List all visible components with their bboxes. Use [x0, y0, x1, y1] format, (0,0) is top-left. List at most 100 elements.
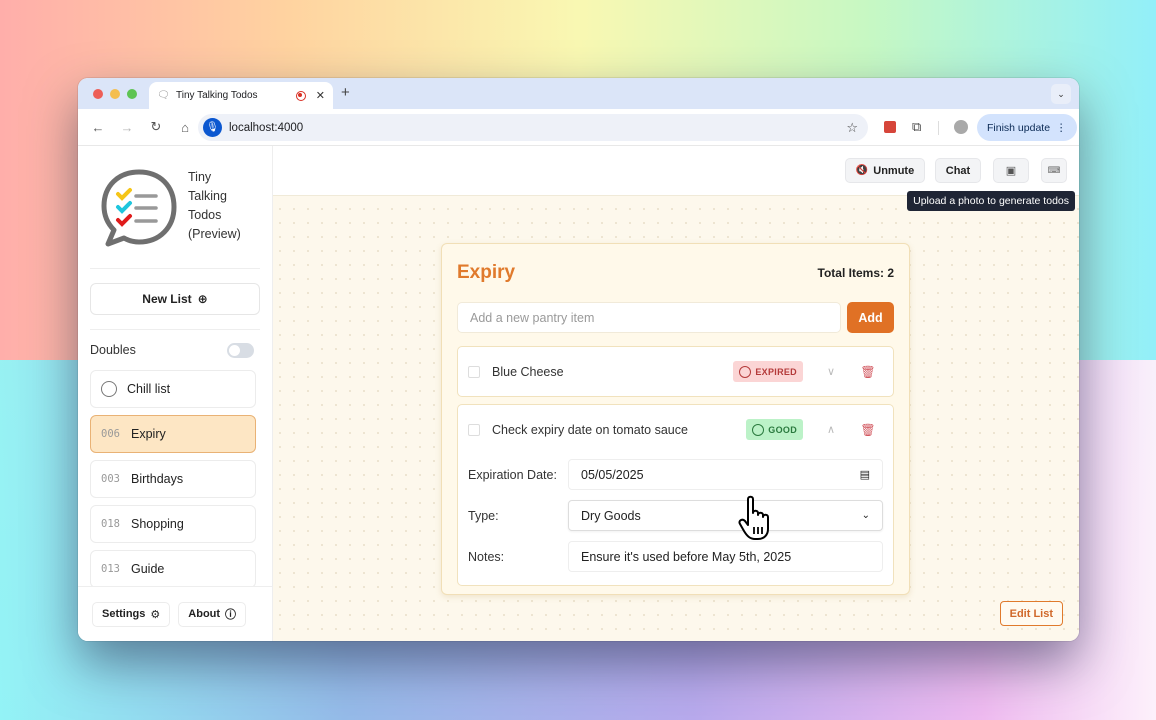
top-bar: 🔇 Unmute Chat ▣ ⌨ Upload a photo to gene… — [273, 146, 1079, 211]
app-container: Tiny Talking Todos (Preview) New List ⊕ … — [78, 146, 1079, 641]
mic-icon[interactable]: 🎙 — [203, 118, 222, 137]
todo-row: Check expiry date on tomato sauce GOOD ∧… — [468, 405, 883, 454]
todo-item: Blue Cheese EXPIRED ∨ 🗑 — [457, 346, 894, 397]
expiration-field: Expiration Date: 05/05/2025 ▤ — [468, 454, 883, 495]
browser-toolbar: ← → ↻ ⌂ 🎙 localhost:4000 ☆ ⧉ Finish upda… — [78, 109, 1079, 146]
card-header: Expiry Total Items: 2 — [457, 244, 894, 302]
new-tab-button[interactable]: + — [341, 84, 350, 101]
logo-icon — [101, 169, 177, 247]
notes-label: Notes: — [468, 549, 505, 564]
list-label: Guide — [131, 562, 165, 576]
status-badge: EXPIRED — [733, 361, 803, 382]
close-tab-icon[interactable]: ✕ — [316, 89, 325, 102]
type-value: Dry Goods — [581, 508, 641, 523]
mic-off-icon: 🔇 — [855, 165, 869, 176]
bookmark-star-icon[interactable]: ☆ — [846, 120, 858, 136]
list-label: Birthdays — [131, 472, 184, 486]
edit-list-button[interactable]: Edit List — [999, 601, 1063, 626]
toolbar-divider — [938, 121, 939, 135]
close-window-button[interactable] — [93, 89, 103, 99]
add-button[interactable]: Add — [847, 302, 894, 333]
chevron-down-icon[interactable]: ∨ — [809, 365, 853, 378]
sidebar-item-chill-list[interactable]: Chill list — [90, 370, 256, 408]
app-name-line: (Preview) — [188, 227, 241, 241]
new-list-button[interactable]: New List ⊕ — [90, 283, 260, 315]
url-text[interactable]: localhost:4000 — [229, 122, 846, 134]
kebab-icon: ⋮ — [1056, 121, 1067, 134]
plus-circle-icon: ⊕ — [197, 292, 208, 306]
home-icon[interactable]: ⌂ — [173, 120, 197, 135]
sidebar-item-guide[interactable]: 013 Guide — [90, 550, 256, 588]
todo-checkbox[interactable] — [468, 365, 480, 378]
tab-search-button[interactable]: ⌄ — [1051, 84, 1071, 104]
browser-window: 🗨 Tiny Talking Todos ✕ + ⌄ ← → ↻ ⌂ 🎙 loc… — [78, 78, 1079, 641]
list-number: 003 — [101, 473, 120, 485]
type-field: Type: Dry Goods ⌄ — [468, 495, 883, 536]
todo-row: Blue Cheese EXPIRED ∨ 🗑 — [468, 347, 883, 396]
upload-photo-button[interactable]: ▣ — [993, 158, 1029, 183]
todo-name: Blue Cheese — [492, 364, 564, 379]
type-label: Type: — [468, 508, 499, 523]
list-title: Expiry — [457, 262, 516, 283]
app-logo: Tiny Talking Todos (Preview) — [78, 146, 272, 268]
list-number: 006 — [101, 428, 120, 440]
type-select[interactable]: Dry Goods ⌄ — [568, 500, 883, 531]
sidebar-item-shopping[interactable]: 018 Shopping — [90, 505, 256, 543]
app-name-line: Todos — [188, 208, 222, 222]
settings-button[interactable]: Settings ⚙ — [92, 601, 171, 627]
window-controls — [93, 89, 137, 99]
expiration-label: Expiration Date: — [468, 467, 557, 482]
chat-button[interactable]: Chat — [935, 158, 981, 183]
minimize-window-button[interactable] — [110, 89, 120, 99]
gear-icon: ⚙ — [150, 608, 161, 621]
list-nav: Chill list 006 Expiry 003 Birthdays 018 … — [78, 370, 272, 588]
chevron-up-icon[interactable]: ∧ — [809, 423, 853, 436]
todo-checkbox[interactable] — [468, 423, 480, 436]
doubles-toggle[interactable] — [227, 342, 254, 358]
smile-face-icon — [752, 423, 765, 436]
list-label: Shopping — [131, 517, 184, 531]
status-text: EXPIRED — [755, 366, 797, 377]
expiration-value: 05/05/2025 — [581, 467, 644, 482]
recording-icon — [295, 90, 306, 101]
puzzle-icon[interactable]: ⧉ — [912, 119, 921, 135]
chat-label: Chat — [945, 164, 971, 177]
finish-update-button[interactable]: Finish update ⋮ — [977, 114, 1077, 141]
status-badge: GOOD — [746, 419, 803, 440]
sidebar: Tiny Talking Todos (Preview) New List ⊕ … — [78, 146, 273, 641]
browser-tab[interactable]: 🗨 Tiny Talking Todos ✕ — [149, 82, 333, 109]
about-label: About — [188, 608, 221, 620]
list-label: Chill list — [127, 382, 171, 396]
notes-input[interactable]: Ensure it's used before May 5th, 2025 — [568, 541, 883, 572]
profile-icon[interactable] — [954, 120, 968, 134]
keyboard-button[interactable]: ⌨ — [1041, 158, 1067, 183]
hand-cursor-icon — [738, 495, 769, 540]
forward-icon[interactable]: → — [115, 120, 139, 135]
add-item-row: Add — [457, 302, 894, 333]
reload-icon[interactable]: ↻ — [144, 119, 168, 135]
total-items: Total Items: 2 — [817, 266, 894, 280]
info-icon: ⓘ — [225, 609, 237, 621]
unmute-button[interactable]: 🔇 Unmute — [845, 158, 925, 183]
about-button[interactable]: About ⓘ — [178, 601, 247, 627]
back-icon[interactable]: ← — [86, 120, 110, 135]
extension-icon[interactable] — [884, 121, 896, 133]
sidebar-item-birthdays[interactable]: 003 Birthdays — [90, 460, 256, 498]
trash-icon[interactable]: 🗑 — [853, 365, 883, 379]
list-label: Expiry — [131, 427, 166, 441]
trash-icon[interactable]: 🗑 — [853, 423, 883, 437]
maximize-window-button[interactable] — [127, 89, 137, 99]
chat-icon — [101, 381, 117, 397]
app-name: Tiny Talking Todos (Preview) — [188, 168, 241, 268]
sidebar-item-expiry[interactable]: 006 Expiry — [90, 415, 256, 453]
expiration-date-input[interactable]: 05/05/2025 ▤ — [568, 459, 883, 490]
new-list-label: New List — [142, 292, 192, 306]
tab-strip: 🗨 Tiny Talking Todos ✕ + ⌄ — [78, 78, 1079, 109]
status-text: GOOD — [768, 424, 797, 435]
main-content: 🔇 Unmute Chat ▣ ⌨ Upload a photo to gene… — [273, 146, 1079, 641]
new-item-input[interactable] — [457, 302, 841, 333]
chat-bubble-icon: 🗨 — [157, 89, 170, 101]
address-bar[interactable]: 🎙 localhost:4000 ☆ — [198, 114, 868, 141]
calendar-icon[interactable]: ▤ — [860, 468, 870, 481]
divider — [90, 268, 260, 269]
